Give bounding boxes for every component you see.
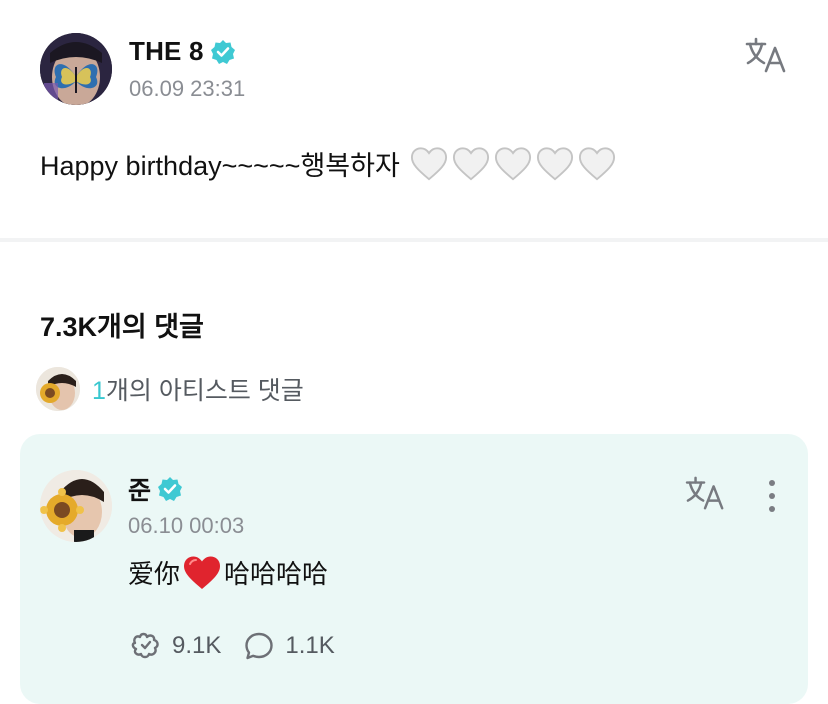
author-name-text[interactable]: THE 8 xyxy=(129,36,204,67)
artist-comment-count: 1 xyxy=(92,377,106,405)
white-hearts xyxy=(410,146,616,182)
comment-translate-button[interactable] xyxy=(684,474,728,512)
comment-text: 爱你 哈哈哈哈 xyxy=(128,554,328,591)
artist-comment-card[interactable]: 준 06.10 00:03 爱你 哈哈哈哈 9.1K 1.1K xyxy=(20,434,808,704)
author-avatar[interactable] xyxy=(40,33,112,105)
verified-badge-icon xyxy=(210,39,235,64)
like-count: 9.1K xyxy=(172,632,222,659)
commenter-avatar[interactable] xyxy=(40,470,112,542)
more-vertical-icon xyxy=(769,480,775,512)
artist-comments-label: 1개의 아티스트 댓글 xyxy=(92,371,304,407)
translate-icon xyxy=(745,37,786,73)
white-heart-icon xyxy=(578,146,615,180)
comment-timestamp: 06.10 00:03 xyxy=(128,513,245,538)
comment-stats: 9.1K 1.1K xyxy=(130,630,357,662)
white-heart-icon xyxy=(410,146,447,180)
red-heart-icon xyxy=(184,556,221,589)
translate-icon xyxy=(685,476,724,510)
white-heart-icon xyxy=(536,146,573,180)
artist-comments-filter[interactable]: 1개의 아티스트 댓글 xyxy=(36,366,304,412)
translate-button[interactable] xyxy=(744,35,790,75)
post-text: Happy birthday~~~~~행복하자 xyxy=(40,151,400,181)
more-options-button[interactable] xyxy=(760,478,784,514)
comment-text-before: 爱你 xyxy=(128,559,181,589)
white-heart-icon xyxy=(452,146,489,180)
reply-button[interactable]: 1.1K xyxy=(243,630,335,662)
like-icon xyxy=(131,632,159,659)
like-button[interactable]: 9.1K xyxy=(130,630,221,662)
artist-avatar xyxy=(36,367,80,411)
comments-count-title: 7.3K개의 댓글 xyxy=(40,312,204,342)
comment-bubble-icon xyxy=(245,632,274,660)
comment-text-after: 哈哈哈哈 xyxy=(224,559,329,589)
author-name[interactable]: THE 8 xyxy=(129,36,236,67)
section-divider xyxy=(0,238,828,242)
commenter-name-text[interactable]: 준 xyxy=(128,471,151,507)
post-header: THE 8 06.09 23:31 xyxy=(40,33,828,105)
reply-count: 1.1K xyxy=(285,632,335,659)
post-timestamp: 06.09 23:31 xyxy=(129,76,246,101)
verified-badge-icon xyxy=(158,477,183,501)
artist-comment-label-text: 개의 아티스트 댓글 xyxy=(105,377,304,405)
commenter-name[interactable]: 준 xyxy=(128,471,183,507)
white-heart-icon xyxy=(494,146,531,180)
post-body: Happy birthday~~~~~행복하자 xyxy=(40,144,616,183)
